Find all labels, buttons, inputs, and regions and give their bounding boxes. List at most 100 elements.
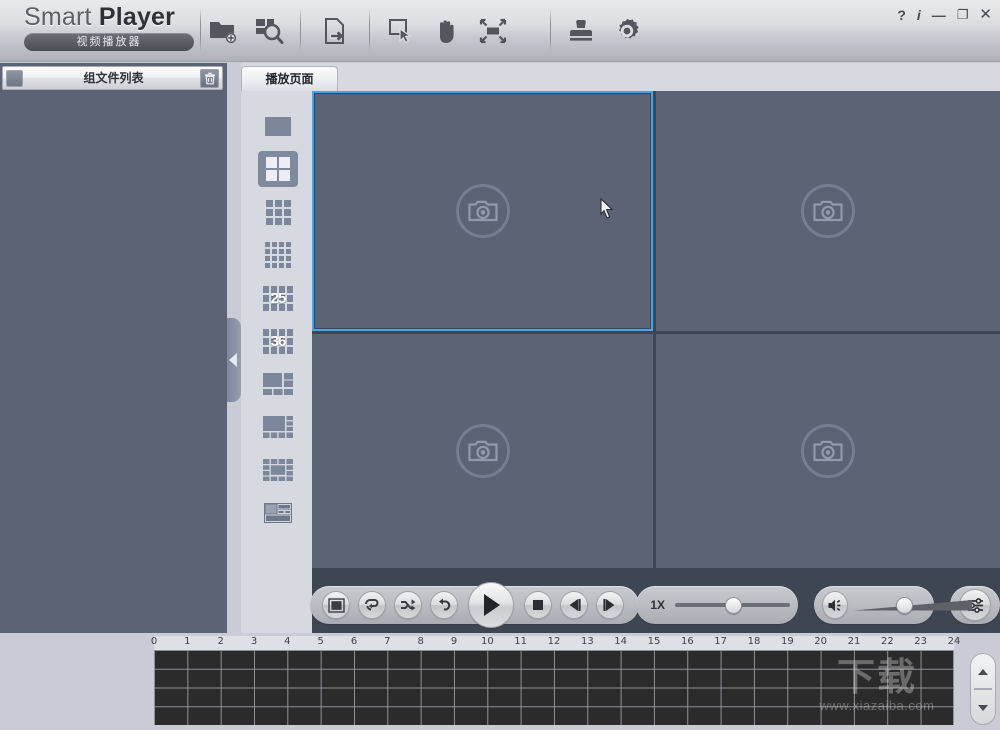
app-logo: Smart Player 视频播放器	[24, 2, 194, 51]
layout-16-button[interactable]	[258, 237, 298, 273]
search-icon	[256, 19, 284, 44]
settings-gear-icon	[619, 19, 639, 39]
timeline-tick: 21	[847, 636, 861, 647]
layout-9-icon	[265, 199, 291, 225]
next-frame-button[interactable]	[596, 591, 624, 619]
camera-glyph-icon	[467, 440, 498, 462]
volume-slider-knob[interactable]	[896, 596, 914, 614]
timeline-left-gutter	[0, 650, 154, 725]
timeline-scroll-down-button[interactable]	[974, 692, 992, 723]
maximize-button[interactable]: ❐	[957, 8, 969, 22]
close-button[interactable]: ✕	[979, 7, 992, 22]
layout-13-split-icon	[263, 459, 293, 481]
app-title-bold: Player	[98, 3, 176, 31]
export-file-icon	[325, 18, 344, 44]
chevron-left-icon	[229, 353, 237, 367]
speed-slider[interactable]	[675, 586, 791, 624]
delete-group-button[interactable]	[200, 69, 219, 88]
watermark-stamp-button[interactable]	[558, 8, 604, 54]
video-cell-4[interactable]	[656, 334, 1000, 568]
toolbar-group-settings	[558, 8, 650, 54]
tab-playback-page[interactable]: 播放页面	[241, 66, 338, 91]
sidebar-collapse-handle[interactable]	[227, 318, 241, 402]
undo-button[interactable]	[430, 591, 458, 619]
search-button[interactable]	[246, 8, 292, 54]
timeline-tick: 24	[947, 636, 961, 647]
timeline-tick: 20	[814, 636, 828, 647]
select-area-button[interactable]	[378, 8, 424, 54]
layout-13-split-button[interactable]	[258, 452, 298, 488]
minimize-button[interactable]: —	[932, 8, 946, 22]
pan-hand-button[interactable]	[424, 8, 470, 54]
timeline-ruler: 0 1 2 3 4 5 6 7 8 9 10 11 12 13 14 15 16 17 18 19 20 21 22 23 24	[151, 636, 960, 650]
camera-icon	[801, 184, 855, 238]
scrollbar-divider	[974, 688, 992, 690]
layout-36-button[interactable]: 36	[258, 323, 298, 359]
toolbar-separator-4	[550, 8, 551, 52]
stop-button[interactable]	[524, 591, 552, 619]
fit-screen-icon	[479, 18, 507, 44]
help-button[interactable]: ?	[897, 8, 906, 22]
timeline-tick: 16	[680, 636, 694, 647]
camera-icon	[455, 184, 510, 238]
layout-8-split-button[interactable]	[258, 409, 298, 445]
add-folder-icon	[210, 22, 237, 44]
timeline-tick: 18	[747, 636, 761, 647]
play-button[interactable]	[468, 582, 514, 628]
select-area-icon	[389, 19, 413, 44]
toolbar-group-tools	[378, 8, 516, 54]
playback-controls: 1X	[310, 582, 1000, 628]
layout-1-button[interactable]	[258, 108, 298, 144]
timeline-tick: 9	[450, 636, 458, 647]
play-triangle-icon	[484, 594, 500, 616]
layout-25-label: 25	[270, 289, 287, 307]
timeline-tick: 11	[514, 636, 528, 647]
settings-gear-button[interactable]	[604, 8, 650, 54]
title-bar: Smart Player 视频播放器 ? i — ❐ ✕	[0, 0, 1000, 62]
volume-slider[interactable]	[854, 586, 973, 624]
speed-pill: 1X	[636, 586, 799, 624]
layout-4-icon	[266, 157, 290, 181]
export-file-button[interactable]	[312, 8, 358, 54]
timeline-scrollbar[interactable]	[970, 653, 996, 725]
timeline-tick: 3	[250, 636, 258, 647]
timeline-tick: 17	[714, 636, 728, 647]
timeline-panel: 0 1 2 3 4 5 6 7 8 9 10 11 12 13 14 15 16 17 18 19 20 21 22 23 24…	[0, 633, 1000, 730]
caret-up-icon	[978, 668, 988, 675]
volume-pill	[814, 586, 973, 624]
add-folder-button[interactable]	[200, 8, 246, 54]
volume-wedge-icon	[854, 600, 973, 611]
layout-4-button[interactable]	[258, 151, 298, 187]
camera-glyph-icon	[813, 200, 843, 222]
timeline-scroll-up-button[interactable]	[974, 656, 992, 687]
layout-custom-icon	[264, 503, 292, 523]
shuffle-arrow-icon	[401, 599, 416, 611]
timeline-grid[interactable]	[154, 650, 954, 725]
trash-icon	[204, 72, 215, 85]
fit-screen-button[interactable]	[470, 8, 516, 54]
speed-label: 1X	[650, 598, 666, 612]
speed-slider-knob[interactable]	[725, 596, 743, 614]
toolbar-separator-2	[300, 8, 301, 52]
prev-frame-button[interactable]	[560, 591, 588, 619]
layout-custom-button[interactable]	[258, 495, 298, 531]
toolbar-group-file	[200, 8, 292, 54]
mute-button[interactable]	[822, 591, 849, 619]
info-button[interactable]: i	[917, 8, 921, 22]
fullscreen-button[interactable]	[322, 591, 350, 619]
video-cell-1[interactable]	[312, 91, 653, 331]
loop-button[interactable]	[358, 591, 386, 619]
video-cell-3[interactable]	[312, 334, 653, 568]
toolbar-group-export	[312, 8, 358, 54]
camera-icon	[801, 424, 855, 478]
layout-16-icon	[265, 242, 291, 268]
video-cell-2[interactable]	[656, 91, 1000, 331]
layout-25-button[interactable]: 25	[258, 280, 298, 316]
group-file-list-body[interactable]	[0, 93, 227, 633]
shuffle-button[interactable]	[394, 591, 422, 619]
layout-6-split-button[interactable]	[258, 366, 298, 402]
camera-icon	[455, 424, 510, 478]
app-title-light: Smart	[24, 3, 99, 31]
layout-9-button[interactable]	[258, 194, 298, 230]
group-file-list-panel: 组文件列表	[0, 63, 227, 633]
